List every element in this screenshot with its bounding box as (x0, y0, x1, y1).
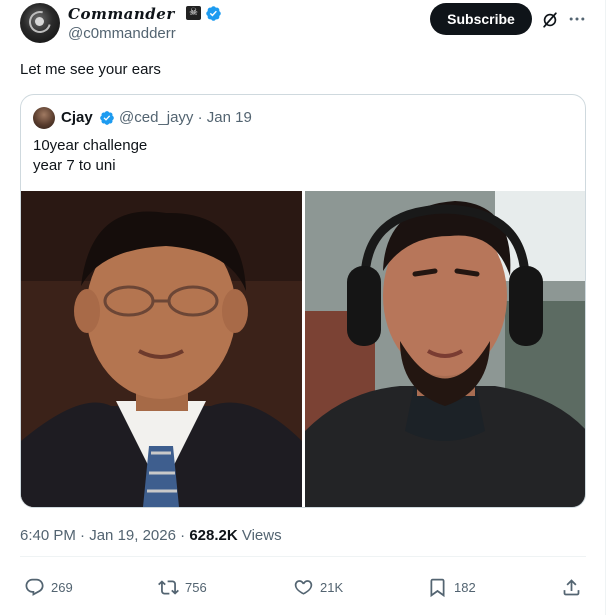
like-button[interactable]: 21K (293, 575, 343, 599)
quoted-handle: @ced_jayy (119, 109, 194, 126)
verified-badge-icon (100, 111, 114, 125)
repost-count: 756 (185, 579, 207, 595)
share-icon (563, 578, 580, 595)
subscribe-button[interactable]: Subscribe (430, 3, 532, 35)
quoted-display-name[interactable]: Cjay (61, 109, 93, 126)
repost-icon (158, 579, 179, 595)
quoted-photo-after[interactable] (305, 191, 585, 507)
reply-icon (25, 578, 44, 596)
bookmark-icon (430, 578, 445, 597)
quoted-text-line: year 7 to uni (33, 157, 116, 174)
tweet-text: Let me see your ears (20, 61, 161, 78)
like-count: 21K (320, 579, 344, 595)
avatar[interactable] (20, 3, 60, 43)
reply-button[interactable]: 269 (24, 575, 73, 599)
tweet-time[interactable]: 6:40 PM (20, 527, 76, 544)
bookmark-count: 182 (454, 579, 476, 595)
skull-crossbones-icon: ☠ (186, 6, 201, 20)
avatar-emblem-center (35, 17, 44, 26)
repost-button[interactable]: 756 (158, 575, 207, 599)
author-display-name[interactable]: Commander (68, 5, 175, 23)
grok-icon[interactable] (540, 10, 560, 30)
photo-before-illustration (21, 191, 302, 507)
quoted-text-line: 10year challenge (33, 137, 148, 154)
more-options-icon[interactable] (567, 9, 587, 29)
heart-icon (294, 579, 313, 595)
tweet-meta: 6:40 PM · Jan 19, 2026 · 628.2K Views (20, 527, 282, 544)
views-count: 628.2K (189, 527, 238, 544)
quoted-handle-date[interactable]: @ced_jayy · Jan 19 (119, 109, 252, 126)
photo-after-illustration (305, 191, 585, 507)
reply-count: 269 (51, 579, 73, 595)
views-label: Views (241, 527, 282, 544)
quoted-date: Jan 19 (206, 109, 252, 126)
divider (20, 556, 586, 557)
quoted-tweet[interactable]: Cjay @ced_jayy · Jan 19 10year challenge… (20, 94, 586, 508)
author-handle[interactable]: @c0mmandderr (68, 25, 176, 42)
bookmark-button[interactable]: 182 (427, 575, 476, 599)
verified-badge-icon[interactable] (205, 5, 222, 22)
tweet-date[interactable]: Jan 19, 2026 (89, 527, 176, 544)
share-button[interactable] (561, 575, 588, 599)
quoted-avatar[interactable] (33, 107, 55, 129)
tweet-card: Commander ☠ @c0mmandderr Subscribe Let m… (0, 0, 606, 615)
quoted-photo-before[interactable] (21, 191, 302, 507)
